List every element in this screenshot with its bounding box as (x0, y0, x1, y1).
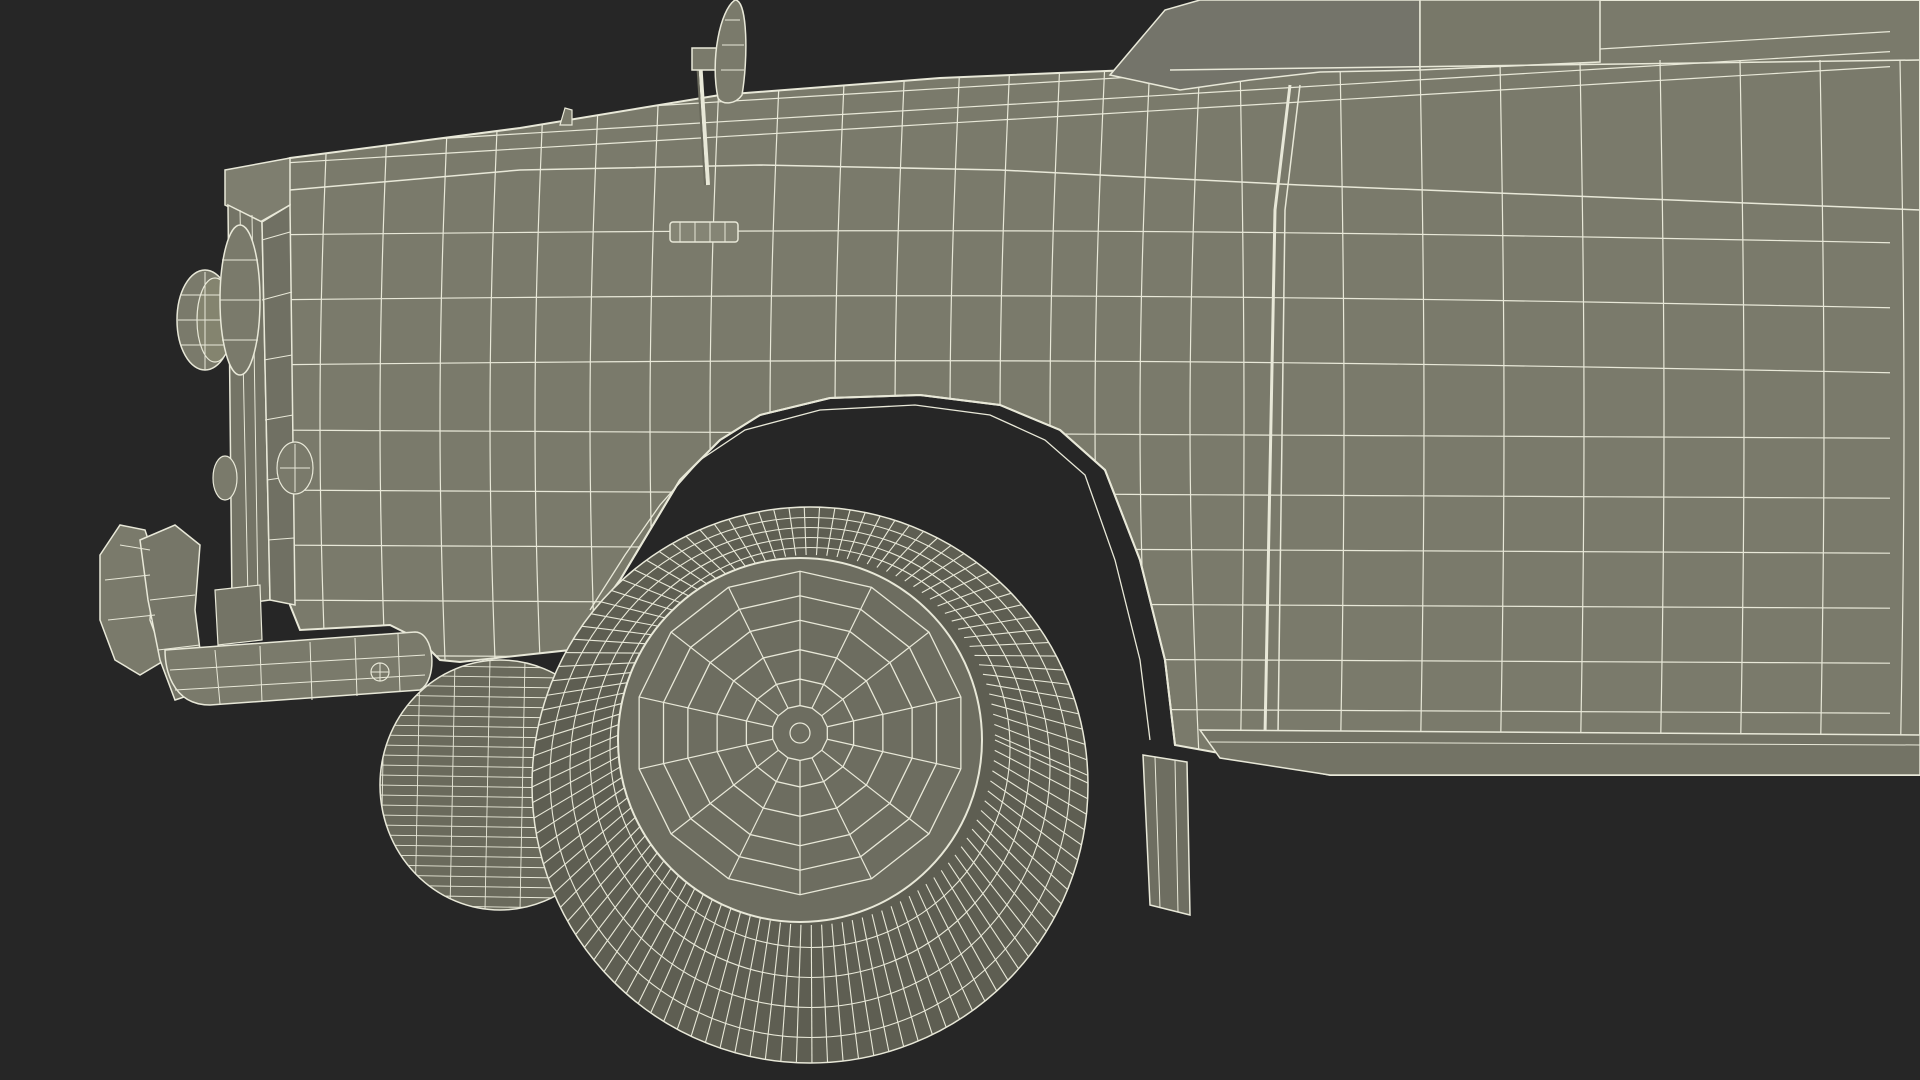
wireframe-car-render (99, 0, 1920, 1064)
fender-badge (669, 221, 739, 243)
headlamp (176, 224, 261, 376)
mud-flap (1142, 754, 1191, 916)
render-viewport (0, 0, 1920, 1080)
front-grille (224, 157, 296, 606)
